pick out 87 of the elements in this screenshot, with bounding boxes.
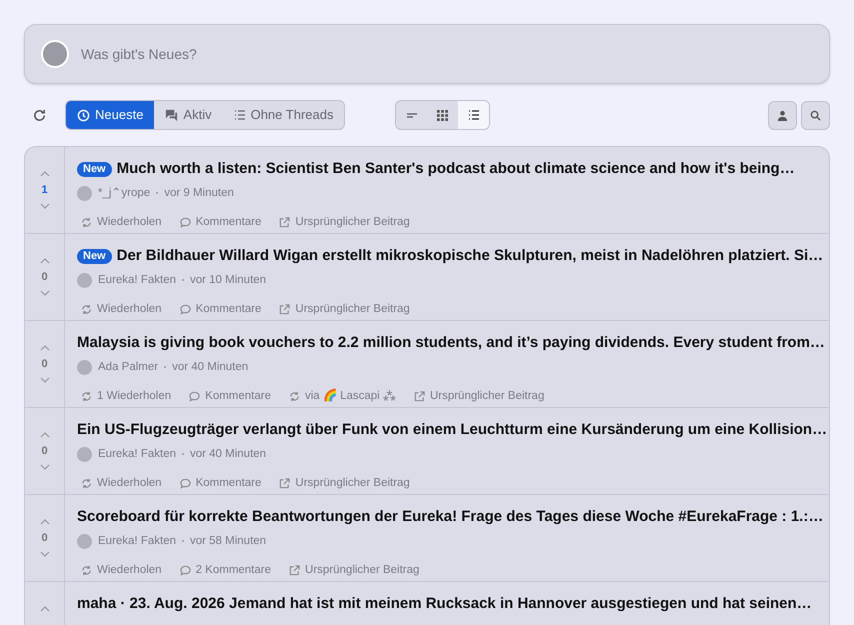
post-time: vor 9 Minuten — [164, 186, 234, 200]
upvote-icon[interactable] — [40, 170, 50, 177]
vote-count: 1 — [41, 182, 48, 198]
external-link-icon — [279, 304, 290, 315]
search-button[interactable] — [801, 100, 830, 130]
downvote-icon[interactable] — [40, 203, 50, 210]
repost-button[interactable]: Wiederholen — [81, 474, 162, 492]
speech-bubble-icon — [189, 390, 200, 402]
grid-icon — [437, 110, 448, 120]
downvote-icon[interactable] — [40, 464, 50, 470]
feed-tab[interactable]: Ohne Threads — [222, 101, 344, 129]
vote-count: 0 — [41, 270, 48, 285]
author-name[interactable]: Eureka! Fakten — [98, 272, 176, 289]
author-name[interactable]: Eureka! Fakten — [98, 446, 176, 463]
feed-tab[interactable]: Aktiv — [154, 101, 223, 129]
list-icon — [234, 109, 246, 121]
author-avatar — [77, 360, 92, 375]
speech-bubble-icon — [180, 564, 191, 576]
speech-bubble-icon — [180, 216, 191, 228]
external-link-icon — [289, 564, 300, 576]
original-post-link[interactable]: Ursprünglicher Beitrag — [279, 300, 410, 318]
downvote-icon[interactable] — [40, 377, 50, 384]
repost-button[interactable]: Wiederholen — [81, 300, 162, 318]
repeat-icon — [81, 564, 92, 576]
author-avatar — [77, 446, 92, 462]
repeat-icon — [81, 478, 92, 489]
repost-button[interactable]: 1 Wiederholen — [81, 388, 172, 405]
author-name[interactable]: Eureka! Fakten — [98, 532, 176, 550]
original-post-link[interactable]: Ursprünglicher Beitrag — [414, 388, 544, 405]
post-time: vor 40 Minuten — [190, 446, 266, 462]
repost-button[interactable]: Wiederholen — [81, 214, 162, 231]
repeat-icon — [289, 390, 300, 402]
new-badge: New — [77, 248, 112, 264]
upvote-icon[interactable] — [40, 258, 50, 264]
external-link-icon — [279, 216, 290, 228]
feed-tab[interactable]: Neueste — [66, 101, 154, 129]
upvote-icon[interactable] — [40, 606, 50, 612]
post-title[interactable]: Malaysia is giving book vouchers to 2.2 million students, and it’s paying dividends. Every student from… — [77, 332, 825, 354]
composer-input[interactable]: Was gibt's Neues? — [81, 44, 813, 64]
upvote-icon[interactable] — [40, 518, 50, 525]
speech-bubble-icon — [180, 304, 191, 315]
external-link-icon — [279, 478, 290, 489]
original-post-link[interactable]: Ursprünglicher Beitrag — [289, 562, 420, 579]
post-time: vor 58 Minuten — [190, 534, 266, 548]
comments-button[interactable]: Kommentare — [180, 300, 262, 318]
via-link[interactable]: via 🌈 Lascapi ⁂ — [289, 388, 396, 405]
view-mode-button[interactable] — [458, 101, 490, 129]
author-name[interactable]: *_j⌃yrope — [98, 184, 150, 202]
external-link-icon — [414, 390, 425, 402]
vote-count: 0 — [41, 356, 48, 372]
author-avatar — [77, 534, 92, 549]
vote-count: 0 — [41, 444, 48, 459]
post-title[interactable]: maha · 23. Aug. 2026 Jemand hat ist mit meinem Rucksack in Hannover ausgestiegen und hat seinen… — [77, 593, 812, 616]
clock-icon — [77, 108, 90, 122]
upvote-icon[interactable] — [40, 344, 50, 351]
composer-field[interactable]: Was gibt's Neues? — [24, 24, 830, 84]
post-time: vor 40 Minuten — [172, 360, 248, 374]
original-post-link[interactable]: Ursprünglicher Beitrag — [279, 214, 410, 231]
author-avatar — [77, 272, 92, 288]
comments-button[interactable]: Kommentare — [189, 388, 271, 405]
post-title[interactable]: Scoreboard für korrekte Beantwortungen der Eureka! Frage des Tages diese Woche #EurekaFrage : 1.:… — [77, 506, 824, 528]
search-icon — [810, 110, 821, 120]
person-icon — [777, 110, 788, 120]
author-name[interactable]: Ada Palmer — [98, 358, 158, 376]
repost-button[interactable]: Wiederholen — [81, 562, 162, 579]
comments-button[interactable]: 2 Kommentare — [180, 562, 272, 579]
speech-bubble-icon — [180, 478, 191, 489]
comments-button[interactable]: Kommentare — [180, 474, 262, 492]
post-title[interactable]: Much worth a listen: Scientist Ben Santer's podcast about climate science and how it's being… — [116, 158, 795, 180]
post-title[interactable]: Der Bildhauer Willard Wigan erstellt mikroskopische Skulpturen, meist in Nadelöhren platziert. Si… — [116, 245, 824, 268]
upvote-icon[interactable] — [40, 432, 50, 438]
profile-button[interactable] — [768, 100, 797, 130]
post-time: vor 10 Minuten — [190, 272, 266, 288]
comments-button[interactable]: Kommentare — [180, 214, 262, 231]
downvote-icon[interactable] — [40, 290, 50, 296]
new-badge: New — [77, 162, 112, 177]
vote-count: 0 — [41, 530, 48, 546]
repeat-icon — [81, 216, 92, 228]
downvote-icon[interactable] — [40, 551, 50, 558]
refresh-icon[interactable] — [32, 108, 47, 122]
post-title[interactable]: Ein US-Flugzeugträger verlangt über Funk von einem Leuchtturm eine Kursänderung um eine Kollision… — [77, 419, 828, 442]
repeat-icon — [81, 390, 92, 402]
original-post-link[interactable]: Ursprünglicher Beitrag — [279, 474, 410, 492]
list-icon — [468, 109, 480, 121]
author-avatar — [77, 186, 92, 201]
chat-icon — [165, 108, 178, 122]
repeat-icon — [81, 304, 92, 315]
